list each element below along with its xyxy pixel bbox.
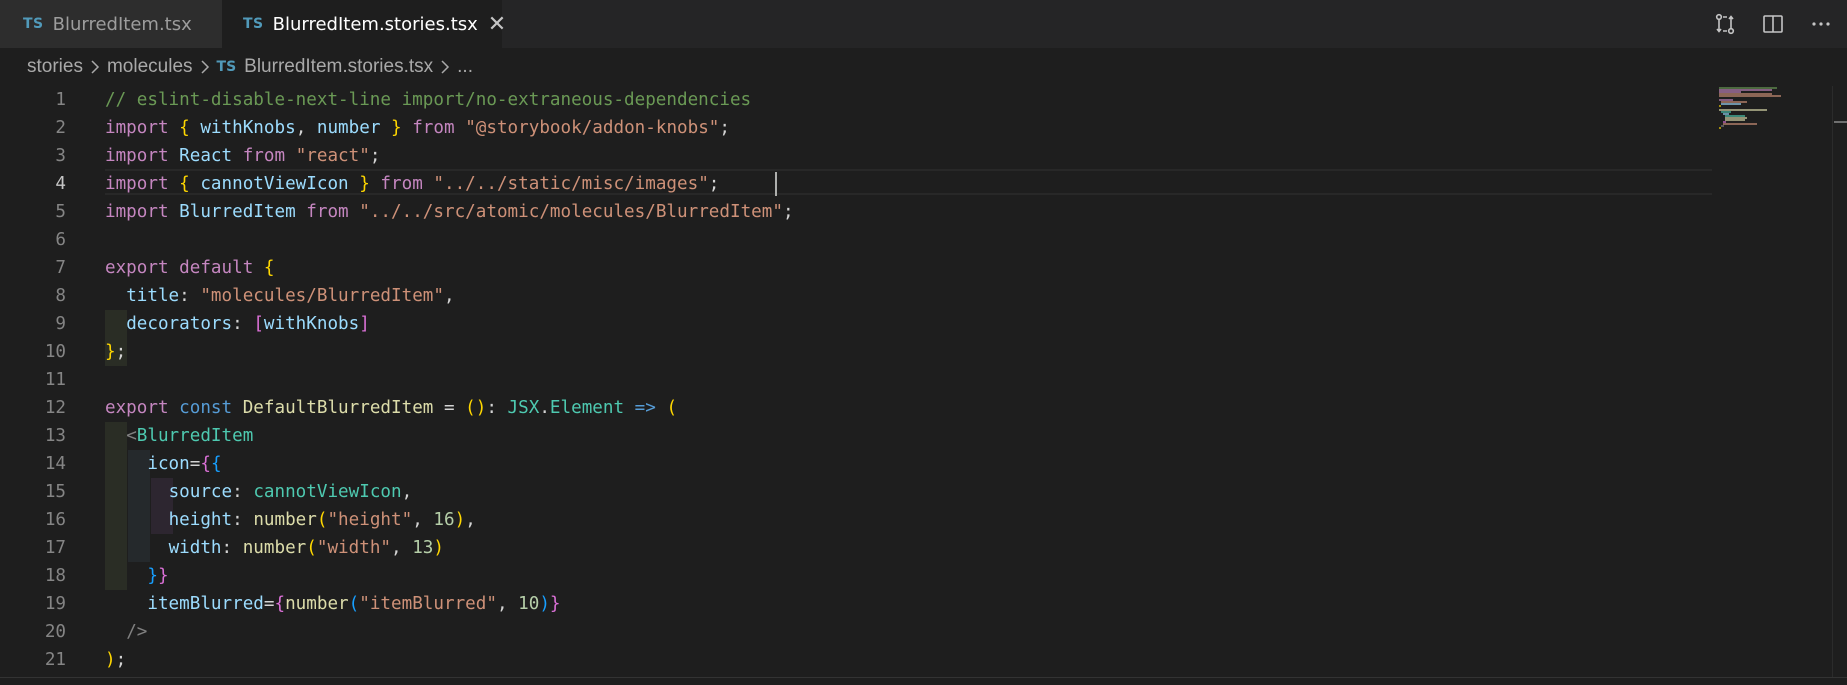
line-code: // eslint-disable-next-line import/no-ex… <box>105 90 752 110</box>
breadcrumb-file[interactable]: BlurredItem.stories.tsx <box>244 56 433 78</box>
line-code: import { cannotViewIcon } from "../../st… <box>105 174 720 194</box>
minimap[interactable] <box>1717 86 1832 146</box>
split-editor-button[interactable] <box>1759 10 1787 38</box>
line-number: 8 <box>55 286 66 306</box>
typescript-file-icon: TS <box>216 59 237 75</box>
line-code: import BlurredItem from "../../src/atomi… <box>105 202 794 222</box>
chevron-right-icon <box>89 60 101 74</box>
typescript-file-icon: TS <box>243 16 264 32</box>
code-line[interactable]: 17 width: number("width", 13) <box>0 534 1712 562</box>
line-number: 2 <box>55 118 66 138</box>
code-line[interactable]: 15 source: cannotViewIcon, <box>0 478 1712 506</box>
line-number: 4 <box>55 174 66 194</box>
code-line[interactable]: 20 /> <box>0 618 1712 646</box>
line-number: 9 <box>55 314 66 334</box>
chevron-right-icon <box>199 60 211 74</box>
line-number: 17 <box>44 538 66 558</box>
line-code: export const DefaultBlurredItem = (): JS… <box>105 398 678 418</box>
open-changes-button[interactable] <box>1711 10 1739 38</box>
line-code: <BlurredItem <box>126 426 254 446</box>
line-number: 10 <box>44 342 66 362</box>
minimap-border <box>1832 86 1833 685</box>
text-cursor <box>775 172 777 196</box>
code-line[interactable]: 2 import { withKnobs, number } from "@sto… <box>0 114 1712 142</box>
code-line[interactable]: 1 // eslint-disable-next-line import/no-e… <box>0 86 1712 114</box>
line-code: icon={{ <box>147 454 222 474</box>
line-code: height: number("height", 16), <box>168 510 476 530</box>
close-icon[interactable]: ✕ <box>488 12 506 37</box>
editor-actions <box>1711 0 1835 48</box>
split-editor-icon <box>1763 15 1783 33</box>
code-line[interactable]: 5 import BlurredItem from "../../src/atom… <box>0 198 1712 226</box>
line-number: 20 <box>44 622 66 642</box>
breadcrumb-stories[interactable]: stories <box>27 56 83 78</box>
line-code: export default { <box>105 258 275 278</box>
line-code: /> <box>126 622 148 642</box>
code-line[interactable]: 3 import React from "react"; <box>0 142 1712 170</box>
line-code: }; <box>105 342 127 362</box>
line-code: import React from "react"; <box>105 146 381 166</box>
line-code: width: number("width", 13) <box>168 538 444 558</box>
line-code: ); <box>105 650 127 670</box>
line-code: import { withKnobs, number } from "@stor… <box>105 118 730 138</box>
line-number: 12 <box>44 398 66 418</box>
line-code: itemBlurred={number("itemBlurred", 10)} <box>147 594 561 614</box>
line-number: 16 <box>44 510 66 530</box>
line-code: source: cannotViewIcon, <box>168 482 413 502</box>
code-line[interactable]: 12 export const DefaultBlurredItem = (): … <box>0 394 1712 422</box>
line-number: 21 <box>44 650 66 670</box>
code-line[interactable]: 14 icon={{ <box>0 450 1712 478</box>
code-line[interactable]: 7 export default { <box>0 254 1712 282</box>
compare-changes-icon <box>1715 13 1735 35</box>
line-code: title: "molecules/BlurredItem", <box>126 286 455 306</box>
line-code: }} <box>147 566 169 586</box>
code-line[interactable]: 13 <BlurredItem <box>0 422 1712 450</box>
horizontal-scrollbar[interactable] <box>0 677 1847 685</box>
breadcrumb-symbol[interactable]: ... <box>457 56 473 78</box>
code-line[interactable]: 21); <box>0 646 1712 674</box>
tab-blurreditem-tsx[interactable]: TS BlurredItem.tsx <box>0 0 222 48</box>
ellipsis-icon <box>1812 22 1830 26</box>
line-number: 11 <box>44 370 66 390</box>
more-actions-button[interactable] <box>1807 10 1835 38</box>
code-line[interactable]: 10}; <box>0 338 1712 366</box>
breadcrumb-molecules[interactable]: molecules <box>107 56 193 78</box>
tab-label: BlurredItem.stories.tsx <box>272 13 478 35</box>
vertical-scrollbar[interactable] <box>1834 121 1847 123</box>
line-number: 3 <box>55 146 66 166</box>
line-number: 14 <box>44 454 66 474</box>
code-line[interactable]: 8 title: "molecules/BlurredItem", <box>0 282 1712 310</box>
code-line[interactable]: 19 itemBlurred={number("itemBlurred", 10… <box>0 590 1712 618</box>
tab-label: BlurredItem.tsx <box>52 13 192 35</box>
code-line[interactable]: 6 <box>0 226 1712 254</box>
typescript-file-icon: TS <box>23 16 44 32</box>
code-line[interactable]: 16 height: number("height", 16), <box>0 506 1712 534</box>
line-code: decorators: [withKnobs] <box>126 314 370 334</box>
code-line[interactable]: 18 }} <box>0 562 1712 590</box>
line-number: 7 <box>55 258 66 278</box>
line-number: 18 <box>44 566 66 586</box>
line-number: 15 <box>44 482 66 502</box>
line-number: 6 <box>55 230 66 250</box>
tab-bar: TS BlurredItem.tsx TS BlurredItem.storie… <box>0 0 1847 48</box>
line-number: 1 <box>55 90 66 110</box>
breadcrumb: stories molecules TS BlurredItem.stories… <box>0 48 1847 86</box>
line-number: 13 <box>44 426 66 446</box>
code-line[interactable]: 11 <box>0 366 1712 394</box>
chevron-right-icon <box>439 60 451 74</box>
tab-blurreditem-stories-tsx[interactable]: TS BlurredItem.stories.tsx ✕ <box>222 0 506 48</box>
line-number: 5 <box>55 202 66 222</box>
line-number: 19 <box>44 594 66 614</box>
code-line[interactable]: 9 decorators: [withKnobs] <box>0 310 1712 338</box>
code-editor[interactable]: 1 // eslint-disable-next-line import/no-e… <box>0 86 1847 685</box>
code-line[interactable]: 4 import { cannotViewIcon } from "../../s… <box>0 170 1712 198</box>
